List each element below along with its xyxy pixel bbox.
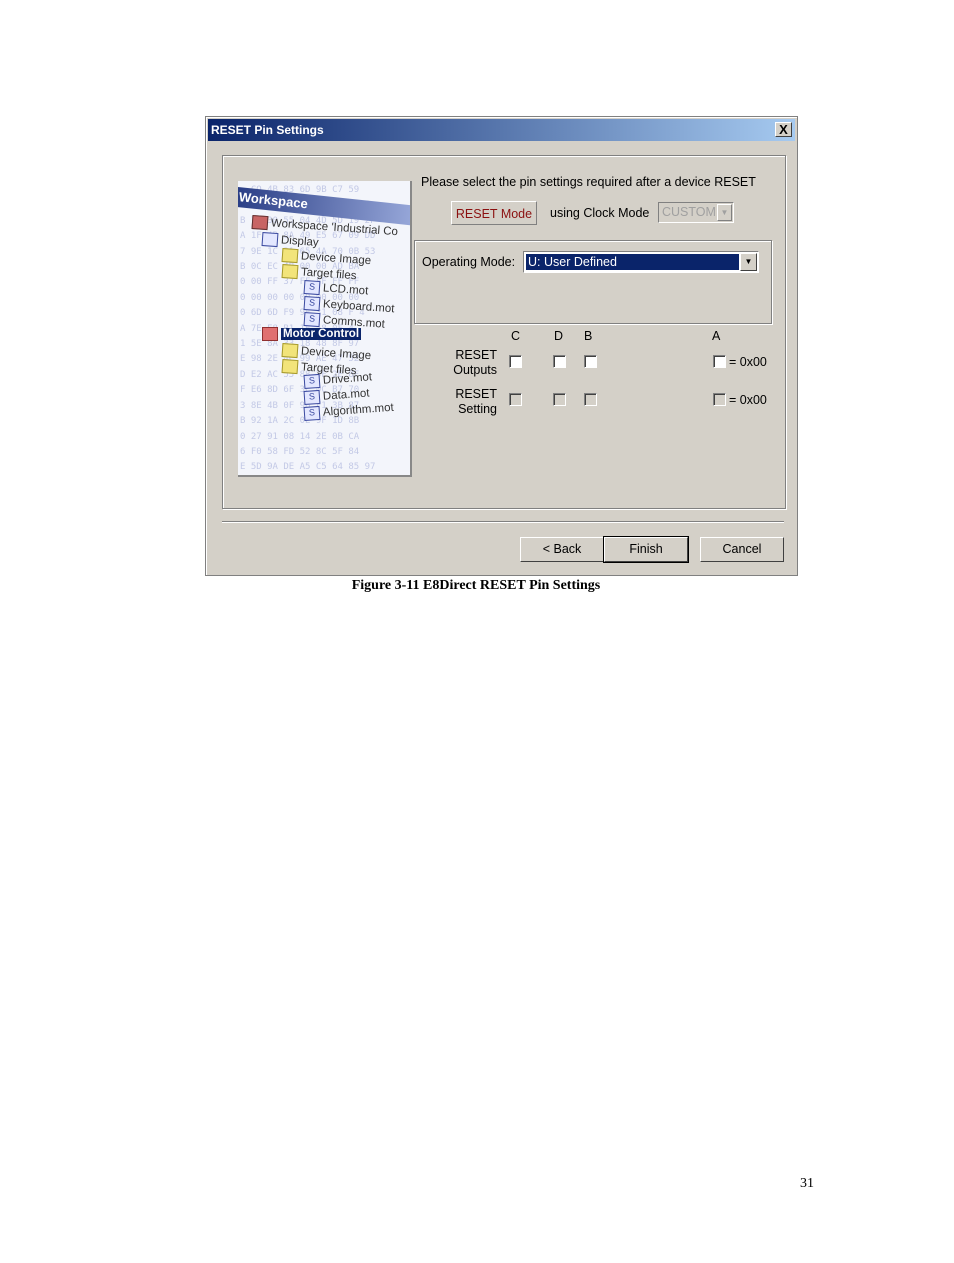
- column-header-a: A: [712, 329, 721, 343]
- folder-icon: [281, 248, 299, 264]
- figure-caption: Figure 3-11 E8Direct RESET Pin Settings: [351, 578, 601, 593]
- file-icon: S: [303, 296, 321, 312]
- checkbox-setting-d: [553, 393, 566, 406]
- separator: [222, 521, 784, 523]
- folder-icon: [281, 264, 299, 280]
- checkbox-setting-a: [713, 393, 726, 406]
- checkbox-outputs-b[interactable]: [584, 355, 597, 368]
- outputs-value: = 0x00: [729, 355, 767, 369]
- project-icon: [261, 232, 279, 248]
- tree-item: Display: [261, 232, 320, 250]
- dialog-title: RESET Pin Settings: [211, 123, 324, 137]
- clock-mode-select: CUSTOM ▼: [658, 202, 734, 223]
- project-icon: [262, 327, 278, 341]
- checkbox-outputs-c[interactable]: [509, 355, 522, 368]
- operating-mode-label: Operating Mode:: [422, 255, 516, 269]
- tree-item: Motor Control: [262, 327, 362, 341]
- file-icon: S: [303, 312, 321, 328]
- column-header-b: B: [584, 329, 593, 343]
- file-icon: S: [303, 280, 321, 296]
- close-button[interactable]: X: [775, 122, 792, 137]
- checkbox-setting-b: [584, 393, 597, 406]
- checkbox-setting-c: [509, 393, 522, 406]
- column-header-c: C: [511, 329, 521, 343]
- file-icon: S: [303, 373, 321, 389]
- cancel-button[interactable]: Cancel: [700, 537, 784, 562]
- operating-mode-value: U: User Defined: [526, 254, 739, 270]
- chevron-down-icon[interactable]: ▼: [740, 253, 757, 271]
- operating-mode-select[interactable]: U: User Defined ▼: [523, 251, 759, 273]
- clock-mode-label: using Clock Mode: [550, 206, 650, 220]
- back-button[interactable]: < Back: [520, 537, 604, 562]
- checkbox-outputs-d[interactable]: [553, 355, 566, 368]
- folder-icon: [281, 359, 299, 375]
- reset-mode-label: RESET Mode: [451, 201, 537, 225]
- folder-icon: [281, 343, 299, 359]
- column-header-d: D: [554, 329, 564, 343]
- workspace-illustration: CO 4B 83 6D 9B C7 59 7 2A 9A 1F 84 DA FF…: [238, 181, 412, 477]
- row-label-reset-outputs: RESET Outputs: [453, 348, 497, 377]
- finish-button[interactable]: Finish: [603, 536, 689, 563]
- chevron-down-icon: ▼: [717, 204, 732, 221]
- file-icon: S: [303, 389, 321, 405]
- workspace-icon: [251, 215, 269, 231]
- row-label-reset-setting: RESET Setting: [455, 387, 497, 416]
- page-number: 31: [800, 1176, 814, 1191]
- clock-mode-value: CUSTOM: [662, 205, 716, 219]
- workspace-tree: Workspace 'Industrial Co Display Device …: [250, 211, 410, 469]
- reset-pin-settings-dialog: RESET Pin Settings X CO 4B 83 6D 9B C7 5…: [205, 116, 798, 576]
- file-icon: S: [303, 405, 321, 421]
- title-bar: RESET Pin Settings X: [208, 119, 795, 141]
- setting-value: = 0x00: [729, 393, 767, 407]
- close-icon: X: [779, 122, 788, 137]
- checkbox-outputs-a[interactable]: [713, 355, 726, 368]
- instruction-text: Please select the pin settings required …: [421, 175, 756, 189]
